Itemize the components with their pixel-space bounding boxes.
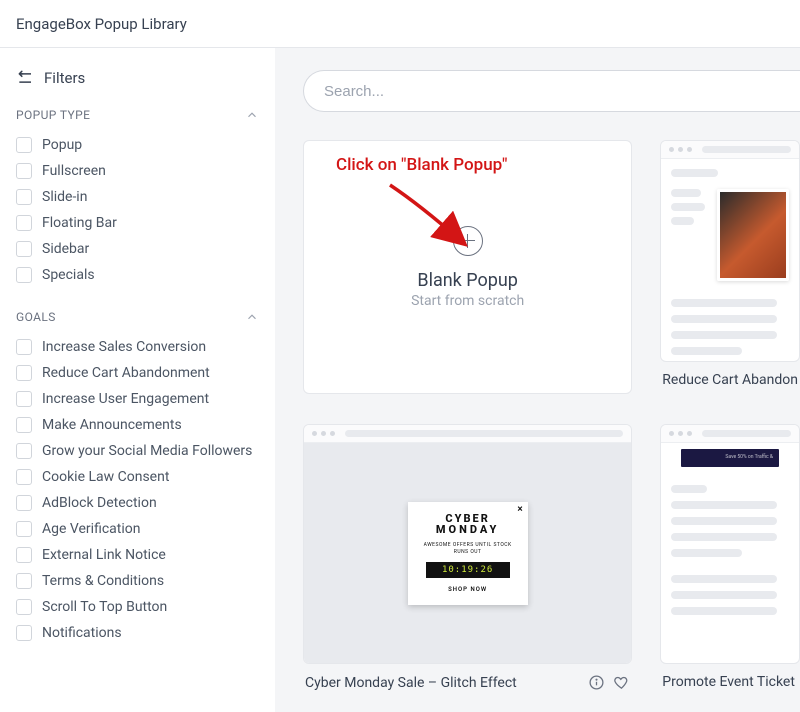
filter-label: Fullscreen (42, 163, 106, 179)
filter-label: Grow your Social Media Followers (42, 443, 252, 459)
filter-label: Popup (42, 137, 82, 153)
filter-reduce-cart[interactable]: Reduce Cart Abandonment (16, 360, 259, 386)
filter-increase-sales[interactable]: Increase Sales Conversion (16, 334, 259, 360)
image-placeholder (717, 189, 789, 281)
page-title: EngageBox Popup Library (16, 15, 187, 33)
promo-banner-preview: Save 50% on Traffic & (681, 449, 779, 467)
filter-slide-in[interactable]: Slide-in (16, 184, 259, 210)
filter-label: Scroll To Top Button (42, 599, 167, 615)
checkbox-icon (16, 137, 32, 153)
filter-sidebar[interactable]: Sidebar (16, 236, 259, 262)
main-layout: Filters POPUP TYPE Popup Fullscreen Slid… (0, 48, 800, 712)
filter-floating-bar[interactable]: Floating Bar (16, 210, 259, 236)
filter-label: Increase Sales Conversion (42, 339, 206, 355)
filter-label: Slide-in (42, 189, 87, 205)
filter-cookie-law[interactable]: Cookie Law Consent (16, 464, 259, 490)
filter-label: Sidebar (42, 241, 89, 257)
checkbox-icon (16, 547, 32, 563)
page-header: EngageBox Popup Library (0, 0, 800, 48)
filter-label: External Link Notice (42, 547, 166, 563)
section-popup-type-header[interactable]: POPUP TYPE (16, 108, 259, 122)
filter-popup[interactable]: Popup (16, 132, 259, 158)
section-popup-type-title: POPUP TYPE (16, 108, 90, 122)
template-caption: Promote Event Ticket (662, 674, 795, 690)
filter-label: Notifications (42, 625, 122, 641)
checkbox-icon (16, 625, 32, 641)
checkbox-icon (16, 573, 32, 589)
filter-label: Specials (42, 267, 95, 283)
filter-label: Increase User Engagement (42, 391, 209, 407)
checkbox-icon (16, 391, 32, 407)
plus-circle-icon (453, 226, 483, 256)
template-card-reduce-cart[interactable]: Reduce Cart Abandon (660, 140, 800, 394)
filter-label: Floating Bar (42, 215, 117, 231)
filter-label: Terms & Conditions (42, 573, 164, 589)
checkbox-icon (16, 267, 32, 283)
checkbox-icon (16, 241, 32, 257)
section-goals-header[interactable]: GOALS (16, 310, 259, 324)
filter-label: Reduce Cart Abandonment (42, 365, 210, 381)
filters-label: Filters (44, 69, 85, 87)
checkbox-icon (16, 339, 32, 355)
template-card-blank[interactable]: Blank Popup Start from scratch (303, 140, 632, 394)
filter-announcements[interactable]: Make Announcements (16, 412, 259, 438)
filter-label: Age Verification (42, 521, 140, 537)
sidebar: Filters POPUP TYPE Popup Fullscreen Slid… (0, 48, 275, 712)
chevron-up-icon (245, 108, 259, 122)
checkbox-icon (16, 495, 32, 511)
filter-scroll-top[interactable]: Scroll To Top Button (16, 594, 259, 620)
search-bar (303, 70, 800, 112)
filter-specials[interactable]: Specials (16, 262, 259, 288)
filter-label: Cookie Law Consent (42, 469, 169, 485)
info-icon[interactable] (588, 674, 605, 691)
checkbox-icon (16, 443, 32, 459)
search-input[interactable] (303, 70, 800, 112)
filter-terms[interactable]: Terms & Conditions (16, 568, 259, 594)
checkbox-icon (16, 189, 32, 205)
section-goals-title: GOALS (16, 310, 56, 324)
filter-external-link[interactable]: External Link Notice (16, 542, 259, 568)
filter-label: Make Announcements (42, 417, 182, 433)
template-caption: Reduce Cart Abandon (662, 372, 798, 388)
cyber-timer: 10:19:26 (426, 562, 510, 578)
filter-adblock[interactable]: AdBlock Detection (16, 490, 259, 516)
filter-fullscreen[interactable]: Fullscreen (16, 158, 259, 184)
filter-label: AdBlock Detection (42, 495, 157, 511)
close-icon: × (517, 504, 522, 515)
checkbox-icon (16, 469, 32, 485)
blank-popup-subtitle: Start from scratch (411, 293, 524, 309)
popup-type-list: Popup Fullscreen Slide-in Floating Bar S… (16, 132, 259, 288)
checkbox-icon (16, 163, 32, 179)
template-card-cyber-monday[interactable]: × CYBER MONDAY AWESOME OFFERS UNTIL STOC… (303, 424, 632, 691)
filter-notifications[interactable]: Notifications (16, 620, 259, 646)
chevron-up-icon (245, 310, 259, 324)
cyber-cta: SHOP NOW (416, 586, 520, 593)
filter-age-verification[interactable]: Age Verification (16, 516, 259, 542)
template-caption: Cyber Monday Sale – Glitch Effect (305, 675, 517, 691)
goals-list: Increase Sales Conversion Reduce Cart Ab… (16, 334, 259, 646)
cyber-modal-preview: × CYBER MONDAY AWESOME OFFERS UNTIL STOC… (408, 502, 528, 605)
filter-user-engagement[interactable]: Increase User Engagement (16, 386, 259, 412)
checkbox-icon (16, 599, 32, 615)
cyber-line2: MONDAY (416, 523, 520, 536)
template-grid: Blank Popup Start from scratch (303, 140, 800, 691)
checkbox-icon (16, 521, 32, 537)
collapse-icon (16, 68, 36, 88)
template-card-promote-event[interactable]: Save 50% on Traffic & Promote Eve (660, 424, 800, 691)
filters-toggle[interactable]: Filters (16, 68, 259, 88)
heart-icon[interactable] (613, 674, 630, 691)
checkbox-icon (16, 215, 32, 231)
checkbox-icon (16, 417, 32, 433)
checkbox-icon (16, 365, 32, 381)
content-area: Blank Popup Start from scratch (275, 48, 800, 712)
filter-social-followers[interactable]: Grow your Social Media Followers (16, 438, 259, 464)
cyber-sub: AWESOME OFFERS UNTIL STOCK RUNS OUT (416, 542, 520, 556)
blank-popup-title: Blank Popup (417, 270, 518, 291)
